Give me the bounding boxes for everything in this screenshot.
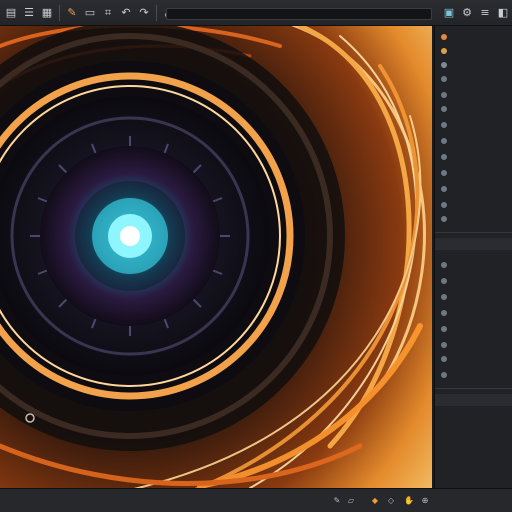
status-dot-icon <box>441 215 447 222</box>
status-dot-icon <box>441 261 447 268</box>
status-dot-icon <box>441 185 447 192</box>
status-bar: ✎ ▱ ◆ ◇ ✋ ⊕ <box>0 488 512 512</box>
status-dot-icon <box>441 325 447 332</box>
list-item[interactable] <box>435 72 512 85</box>
brush-icon[interactable]: ✎ <box>332 495 342 505</box>
hand-icon[interactable]: ✋ <box>404 495 414 505</box>
list-item[interactable] <box>435 166 512 179</box>
list-item[interactable] <box>435 274 512 287</box>
status-dot-icon <box>441 105 447 112</box>
layers-icon[interactable]: ▦ <box>40 6 54 20</box>
status-dot-icon <box>441 169 447 176</box>
list-item[interactable] <box>435 58 512 71</box>
status-dot-icon <box>441 33 447 40</box>
panel-divider <box>435 388 512 389</box>
status-dot-icon <box>441 61 447 68</box>
undo-icon[interactable]: ↶ <box>119 6 133 20</box>
status-dot-icon <box>441 341 447 348</box>
list-item[interactable] <box>435 290 512 303</box>
list-item[interactable] <box>435 212 512 225</box>
list-item[interactable] <box>435 198 512 211</box>
list-item[interactable] <box>435 44 512 57</box>
status-dot-icon <box>441 309 447 316</box>
list-item[interactable] <box>435 322 512 335</box>
zoom-icon[interactable]: ⊕ <box>420 495 430 505</box>
status-dot-icon <box>441 137 447 144</box>
panel-section-header[interactable] <box>435 394 512 406</box>
artwork-eye-vortex <box>0 26 432 488</box>
file-icon[interactable]: ▤ <box>4 6 18 20</box>
picker-icon[interactable]: ◇ <box>386 495 396 505</box>
list-item[interactable] <box>435 352 512 365</box>
list-item[interactable] <box>435 258 512 271</box>
path-input[interactable] <box>166 8 432 20</box>
grid-icon[interactable]: ☰ <box>22 6 36 20</box>
image-canvas[interactable] <box>0 26 432 488</box>
list-item[interactable] <box>435 118 512 131</box>
panel-section-header[interactable] <box>435 238 512 250</box>
status-dot-icon <box>441 91 447 98</box>
list-item[interactable] <box>435 88 512 101</box>
status-dot-icon <box>441 47 447 54</box>
status-dot-icon <box>441 75 447 82</box>
list-item[interactable] <box>435 150 512 163</box>
list-item[interactable] <box>435 102 512 115</box>
select-icon[interactable]: ▭ <box>83 6 97 20</box>
status-dot-icon <box>441 153 447 160</box>
status-dot-icon <box>441 371 447 378</box>
status-dot-icon <box>441 121 447 128</box>
brush-icon[interactable]: ✎ <box>65 6 79 20</box>
fill-icon[interactable]: ◆ <box>370 495 380 505</box>
menu-icon[interactable]: ≡ <box>478 6 492 20</box>
list-item[interactable] <box>435 30 512 43</box>
redo-icon[interactable]: ↷ <box>137 6 151 20</box>
eraser-icon[interactable]: ▱ <box>346 495 356 505</box>
list-item[interactable] <box>435 134 512 147</box>
toolbar-right-group: ▣ ⚙ ≡ ◧ <box>440 6 512 20</box>
crop-icon[interactable]: ⌗ <box>101 6 115 20</box>
top-toolbar: ▤ ☰ ▦ ✎ ▭ ⌗ ↶ ↷ ⤢ ◉ ● ▣ ⚙ ≡ ◧ <box>0 0 512 26</box>
properties-panel <box>434 26 512 488</box>
status-dot-icon <box>441 277 447 284</box>
close-icon[interactable]: ◧ <box>496 6 510 20</box>
user-icon[interactable]: ▣ <box>442 6 456 20</box>
list-item[interactable] <box>435 306 512 319</box>
status-dot-icon <box>441 355 447 362</box>
status-dot-icon <box>441 201 447 208</box>
toolbar-divider <box>59 4 60 21</box>
list-item[interactable] <box>435 182 512 195</box>
panel-divider <box>435 232 512 233</box>
toolbar-divider <box>156 4 157 21</box>
status-dot-icon <box>441 293 447 300</box>
settings-icon[interactable]: ⚙ <box>460 6 474 20</box>
list-item[interactable] <box>435 368 512 381</box>
list-item[interactable] <box>435 338 512 351</box>
